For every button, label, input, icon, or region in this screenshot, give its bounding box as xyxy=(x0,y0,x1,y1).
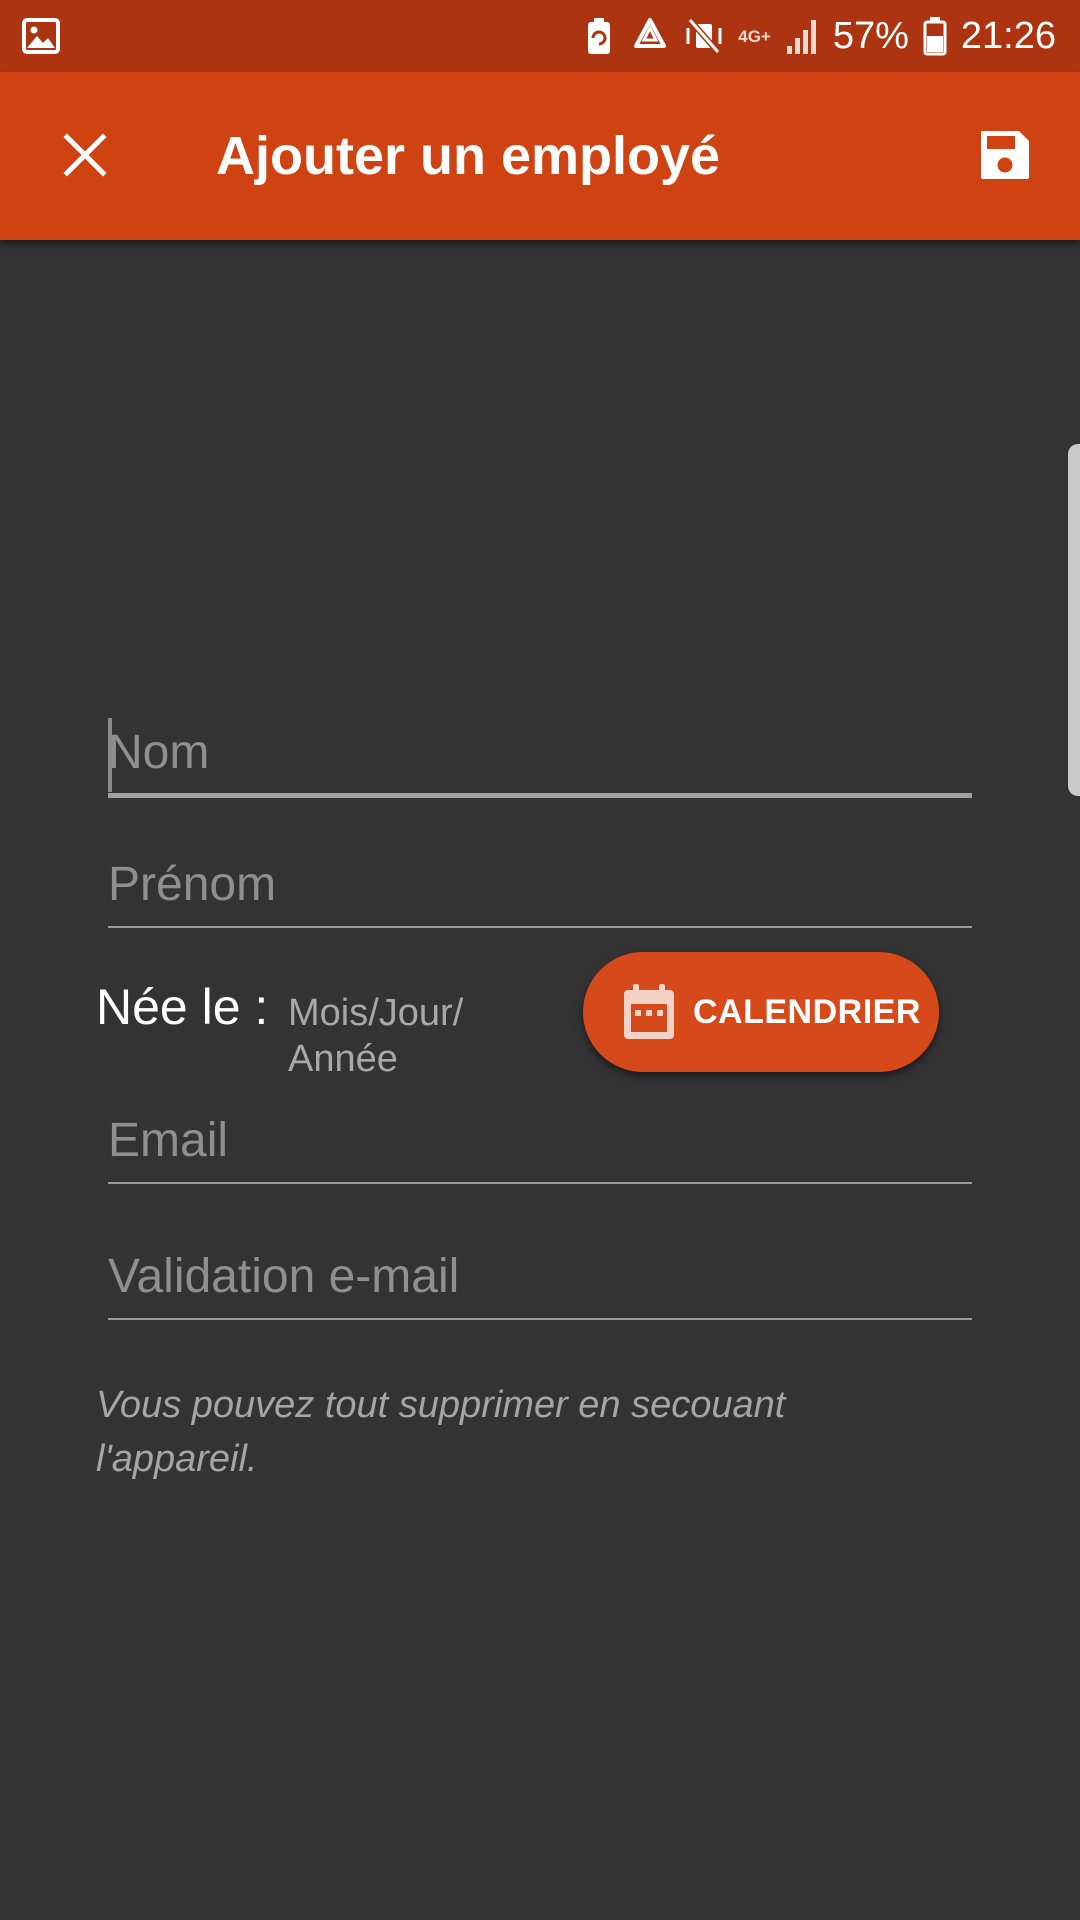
nom-field[interactable] xyxy=(108,712,972,798)
scrollbar[interactable] xyxy=(1068,444,1080,796)
status-icons: 4G+ 57% 21:26 xyxy=(582,0,1056,72)
shake-hint-text: Vous pouvez tout supprimer en secouant l… xyxy=(96,1384,786,1480)
email-underline xyxy=(108,1182,972,1184)
text-cursor xyxy=(108,718,112,792)
birth-date-label: Née le : xyxy=(96,979,269,1035)
page-title: Ajouter un employé xyxy=(216,126,721,186)
status-bar: 4G+ 57% 21:26 xyxy=(0,0,1080,72)
calendar-icon xyxy=(624,984,674,1039)
vibrate-mute-icon xyxy=(686,18,722,54)
prenom-field[interactable] xyxy=(108,844,972,928)
signal-icon xyxy=(786,20,816,54)
image-notification-icon xyxy=(22,18,60,54)
nom-underline xyxy=(108,793,972,798)
battery-icon xyxy=(923,17,947,56)
nom-input[interactable] xyxy=(108,712,972,792)
email-validation-input[interactable] xyxy=(108,1236,972,1316)
recycle-icon xyxy=(634,18,667,48)
floppy-disk-save-icon xyxy=(981,131,1029,179)
close-button[interactable] xyxy=(50,120,120,190)
email-field[interactable] xyxy=(108,1100,972,1184)
network-type: 4G+ xyxy=(738,26,771,46)
close-icon xyxy=(63,133,107,177)
prenom-underline xyxy=(108,926,972,928)
birth-date-value: Mois/Jour/ Année xyxy=(288,992,464,1080)
clock: 21:26 xyxy=(960,14,1056,57)
calendar-button-label: CALENDRIER xyxy=(693,992,921,1031)
email-validation-field[interactable] xyxy=(108,1236,972,1320)
app-bar: Ajouter un employé xyxy=(0,72,1080,240)
prenom-input[interactable] xyxy=(108,844,972,924)
email-validation-underline xyxy=(108,1318,972,1320)
save-button[interactable] xyxy=(970,120,1040,190)
email-input[interactable] xyxy=(108,1100,972,1180)
calendar-button[interactable]: CALENDRIER xyxy=(583,952,939,1072)
battery-percent: 57% xyxy=(832,14,909,57)
battery-saver-icon xyxy=(588,18,611,54)
